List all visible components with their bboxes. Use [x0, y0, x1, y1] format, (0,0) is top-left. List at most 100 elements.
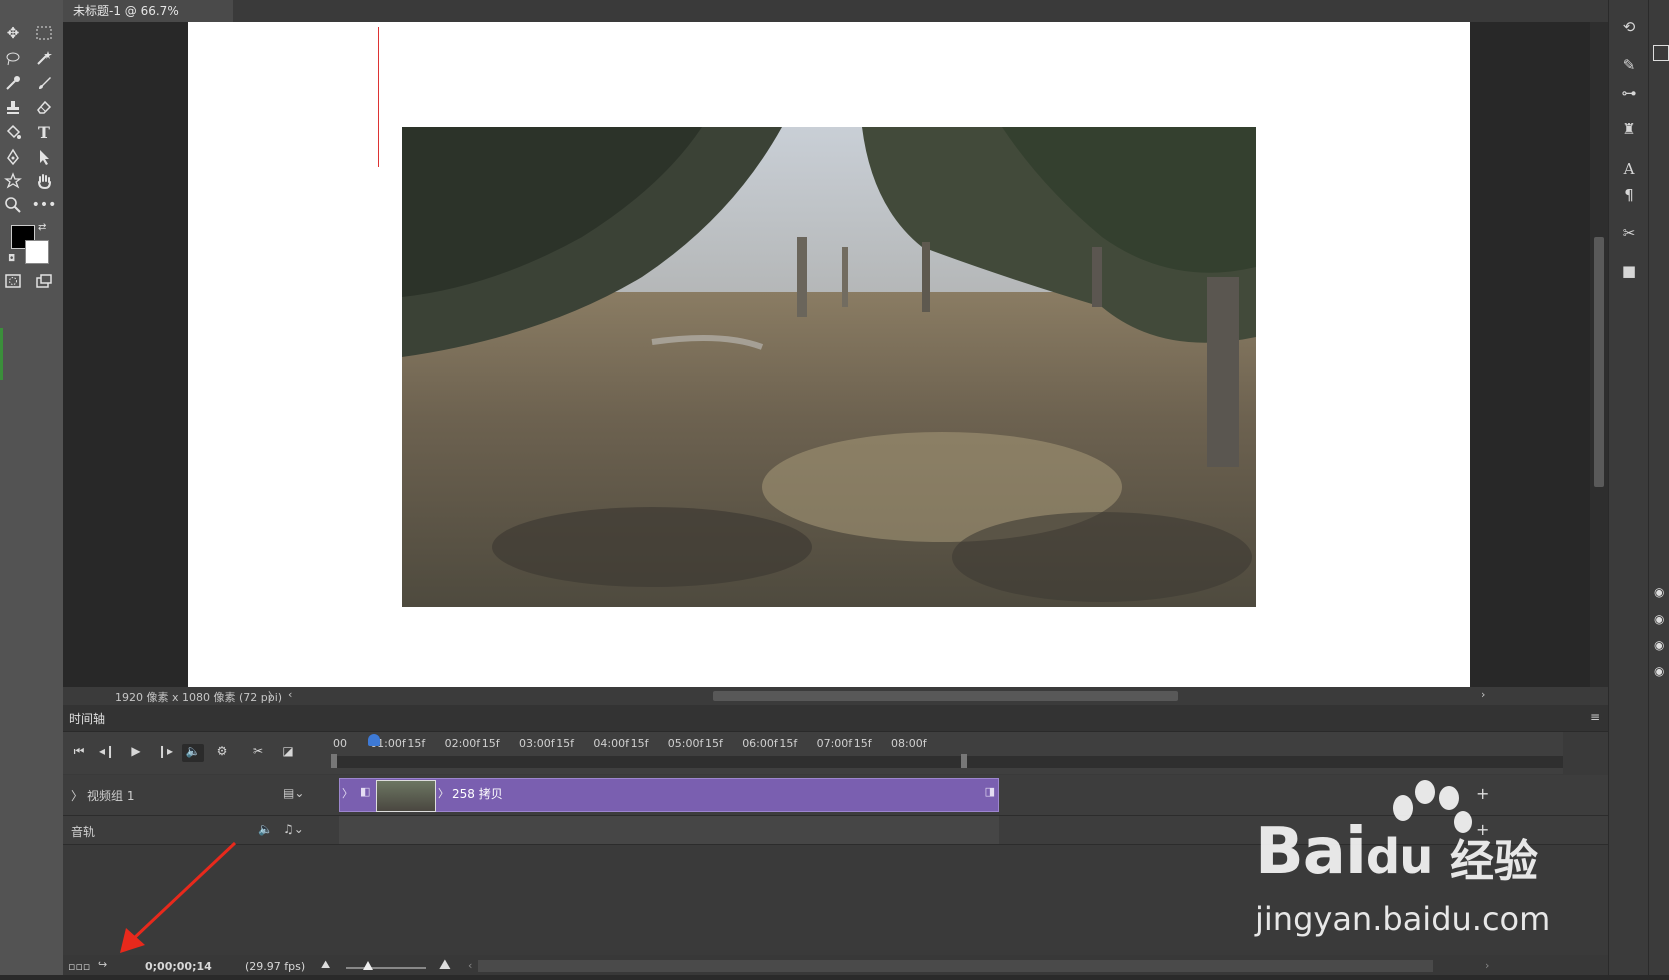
zoom-out-icon[interactable]: ⛰: [321, 958, 330, 972]
document-tab[interactable]: 未标题-1 @ 66.7%(RGB/8#) *×: [63, 0, 233, 40]
vertical-scroll-thumb[interactable]: [1594, 237, 1604, 487]
ruler-tick-label: 15f: [779, 737, 798, 750]
clip-thumbnail: [376, 780, 436, 812]
magic-wand-icon[interactable]: [31, 47, 57, 69]
playhead-line: [378, 27, 379, 167]
glyphs-panel-icon[interactable]: ■: [1619, 262, 1639, 282]
screen-mode-icon[interactable]: [31, 270, 57, 292]
timeline-header: 时间轴 ≡: [63, 705, 1608, 732]
work-area-bar[interactable]: [333, 756, 1563, 768]
audio-track-lane[interactable]: [339, 816, 999, 844]
brush-settings-icon[interactable]: ✎: [1619, 56, 1639, 76]
adjustments-icon[interactable]: ⊶: [1619, 84, 1639, 104]
clip-trim-end-icon[interactable]: ◨: [985, 785, 995, 798]
playhead-handle[interactable]: [368, 734, 380, 746]
clone-source-icon[interactable]: ♜: [1619, 120, 1639, 140]
path-selection-icon[interactable]: [31, 146, 57, 168]
type-tool-icon[interactable]: T: [31, 121, 57, 143]
go-to-first-frame-icon[interactable]: ⏮: [68, 744, 90, 762]
ruler-tick-label: 06:00f: [742, 737, 778, 750]
hand-tool-icon[interactable]: [31, 170, 57, 192]
current-time-display[interactable]: 0;00;00;14: [145, 960, 212, 973]
playback-settings-icon[interactable]: ⚙: [211, 744, 233, 762]
clone-stamp-icon[interactable]: [0, 96, 26, 118]
ruler-tick-label: 00: [333, 737, 347, 750]
eyedropper-icon[interactable]: [0, 72, 26, 94]
render-video-icon[interactable]: ↪: [98, 958, 107, 971]
lasso-tool-icon[interactable]: [0, 47, 26, 69]
document-dimensions: 1920 像素 x 1080 像素 (72 ppi): [115, 691, 283, 704]
zoom-slider-thumb[interactable]: [363, 961, 373, 970]
next-frame-icon[interactable]: ❙▸: [154, 744, 176, 762]
layers-panel-collapsed: ◉ ◉ ◉ ◉: [1648, 0, 1669, 980]
brush-tool-icon[interactable]: [31, 72, 57, 94]
horizontal-scroll-thumb[interactable]: [713, 691, 1178, 701]
clip-expand-icon[interactable]: 〉: [342, 785, 353, 801]
panel-dock-icons: ⟲ ✎ ⊶ ♜ A ¶ ✂ ■: [1608, 0, 1649, 980]
history-panel-icon[interactable]: ⟲: [1619, 18, 1639, 38]
clip-expand-icon[interactable]: 〉: [438, 785, 449, 801]
zoom-in-icon[interactable]: ⛰: [439, 957, 451, 973]
ruler-tick-label: 07:00f: [816, 737, 853, 750]
swap-colors-icon[interactable]: ⇄: [38, 222, 46, 233]
timeline-scroll-left-icon[interactable]: ‹: [468, 959, 472, 972]
transition-icon[interactable]: ◪: [277, 744, 299, 762]
work-area-end-handle[interactable]: [961, 754, 967, 768]
zoom-tool-icon[interactable]: [0, 194, 26, 216]
watermark-url: jingyan.baidu.com: [1255, 900, 1551, 938]
mute-audio-icon[interactable]: 🔈: [182, 744, 204, 762]
split-at-playhead-icon[interactable]: ✂: [247, 744, 269, 762]
timeline-title[interactable]: 时间轴: [69, 710, 105, 727]
ruler-tick-label: 15f: [853, 737, 872, 750]
baidu-jingyan-watermark: Baidu 经验 jingyan.baidu.com: [1255, 780, 1555, 970]
status-more-button[interactable]: 〉: [268, 688, 279, 704]
ruler-tick-label: 05:00f: [667, 737, 704, 750]
time-ruler[interactable]: 00 01:00f 15f 02:00f 15f 03:00f 15f 04:00f 15f 05…: [331, 732, 1563, 774]
zoom-slider-track[interactable]: [346, 967, 426, 969]
photo-forest-scene: [402, 127, 1256, 607]
pen-tool-icon[interactable]: [0, 146, 26, 168]
visibility-eye-icon[interactable]: ◉: [1654, 638, 1664, 652]
clip-trim-start-icon[interactable]: ◧: [360, 785, 370, 798]
play-icon[interactable]: ▶: [125, 744, 147, 762]
convert-to-frame-animation-icon[interactable]: ▫▫▫: [68, 960, 90, 973]
visibility-eye-icon[interactable]: ◉: [1654, 612, 1664, 626]
paragraph-panel-icon[interactable]: ¶: [1619, 186, 1639, 206]
work-area-start-handle[interactable]: [331, 754, 337, 768]
layers-panel-control[interactable]: [1653, 45, 1669, 61]
ruler-tick-label: 04:00f: [593, 737, 629, 750]
vertical-scrollbar[interactable]: [1590, 22, 1608, 687]
watermark-cn: 经验: [1450, 836, 1538, 887]
tool-presets-icon[interactable]: ✂: [1619, 224, 1639, 244]
audio-track-menu-icon[interactable]: ♫⌄: [283, 822, 304, 836]
watermark-brand: Baidu: [1255, 815, 1433, 889]
video-group-label: 视频组 1: [87, 789, 135, 803]
bottom-edge: [0, 975, 1669, 980]
frame-rate-display: (29.97 fps): [245, 960, 306, 973]
character-panel-icon[interactable]: A: [1619, 160, 1639, 180]
timeline-menu-icon[interactable]: ≡: [1590, 710, 1600, 724]
rectangular-marquee-icon[interactable]: [31, 22, 57, 44]
background-color-swatch[interactable]: [25, 240, 49, 264]
quick-mask-icon[interactable]: [0, 270, 26, 292]
scroll-right-button[interactable]: ›: [1481, 688, 1485, 701]
ruler-tick-label: 15f: [407, 737, 426, 750]
visibility-eye-icon[interactable]: ◉: [1654, 585, 1664, 599]
expand-track-icon[interactable]: 〉: [71, 787, 83, 804]
default-colors-icon[interactable]: ◘: [8, 254, 15, 264]
previous-frame-icon[interactable]: ◂❙: [96, 744, 118, 762]
video-track-menu-icon[interactable]: ▤⌄: [283, 786, 304, 800]
eraser-icon[interactable]: [31, 96, 57, 118]
more-tools-icon[interactable]: •••: [31, 194, 57, 216]
move-tool-icon[interactable]: ✥: [0, 22, 26, 44]
scroll-left-button[interactable]: ‹: [288, 688, 292, 701]
visibility-eye-icon[interactable]: ◉: [1654, 664, 1664, 678]
video-clip[interactable]: 〉 ◧ 〉 258 拷贝 ◨: [339, 778, 999, 812]
audio-track-label: 音轨: [71, 825, 96, 839]
audio-volume-icon[interactable]: 🔈: [258, 822, 273, 836]
ruler-tick-label: 03:00f: [519, 737, 555, 750]
ruler-tick-label: 15f: [705, 737, 723, 750]
panel-grip: [0, 328, 3, 380]
paint-bucket-icon[interactable]: [0, 121, 26, 143]
custom-shape-icon[interactable]: [0, 170, 26, 192]
